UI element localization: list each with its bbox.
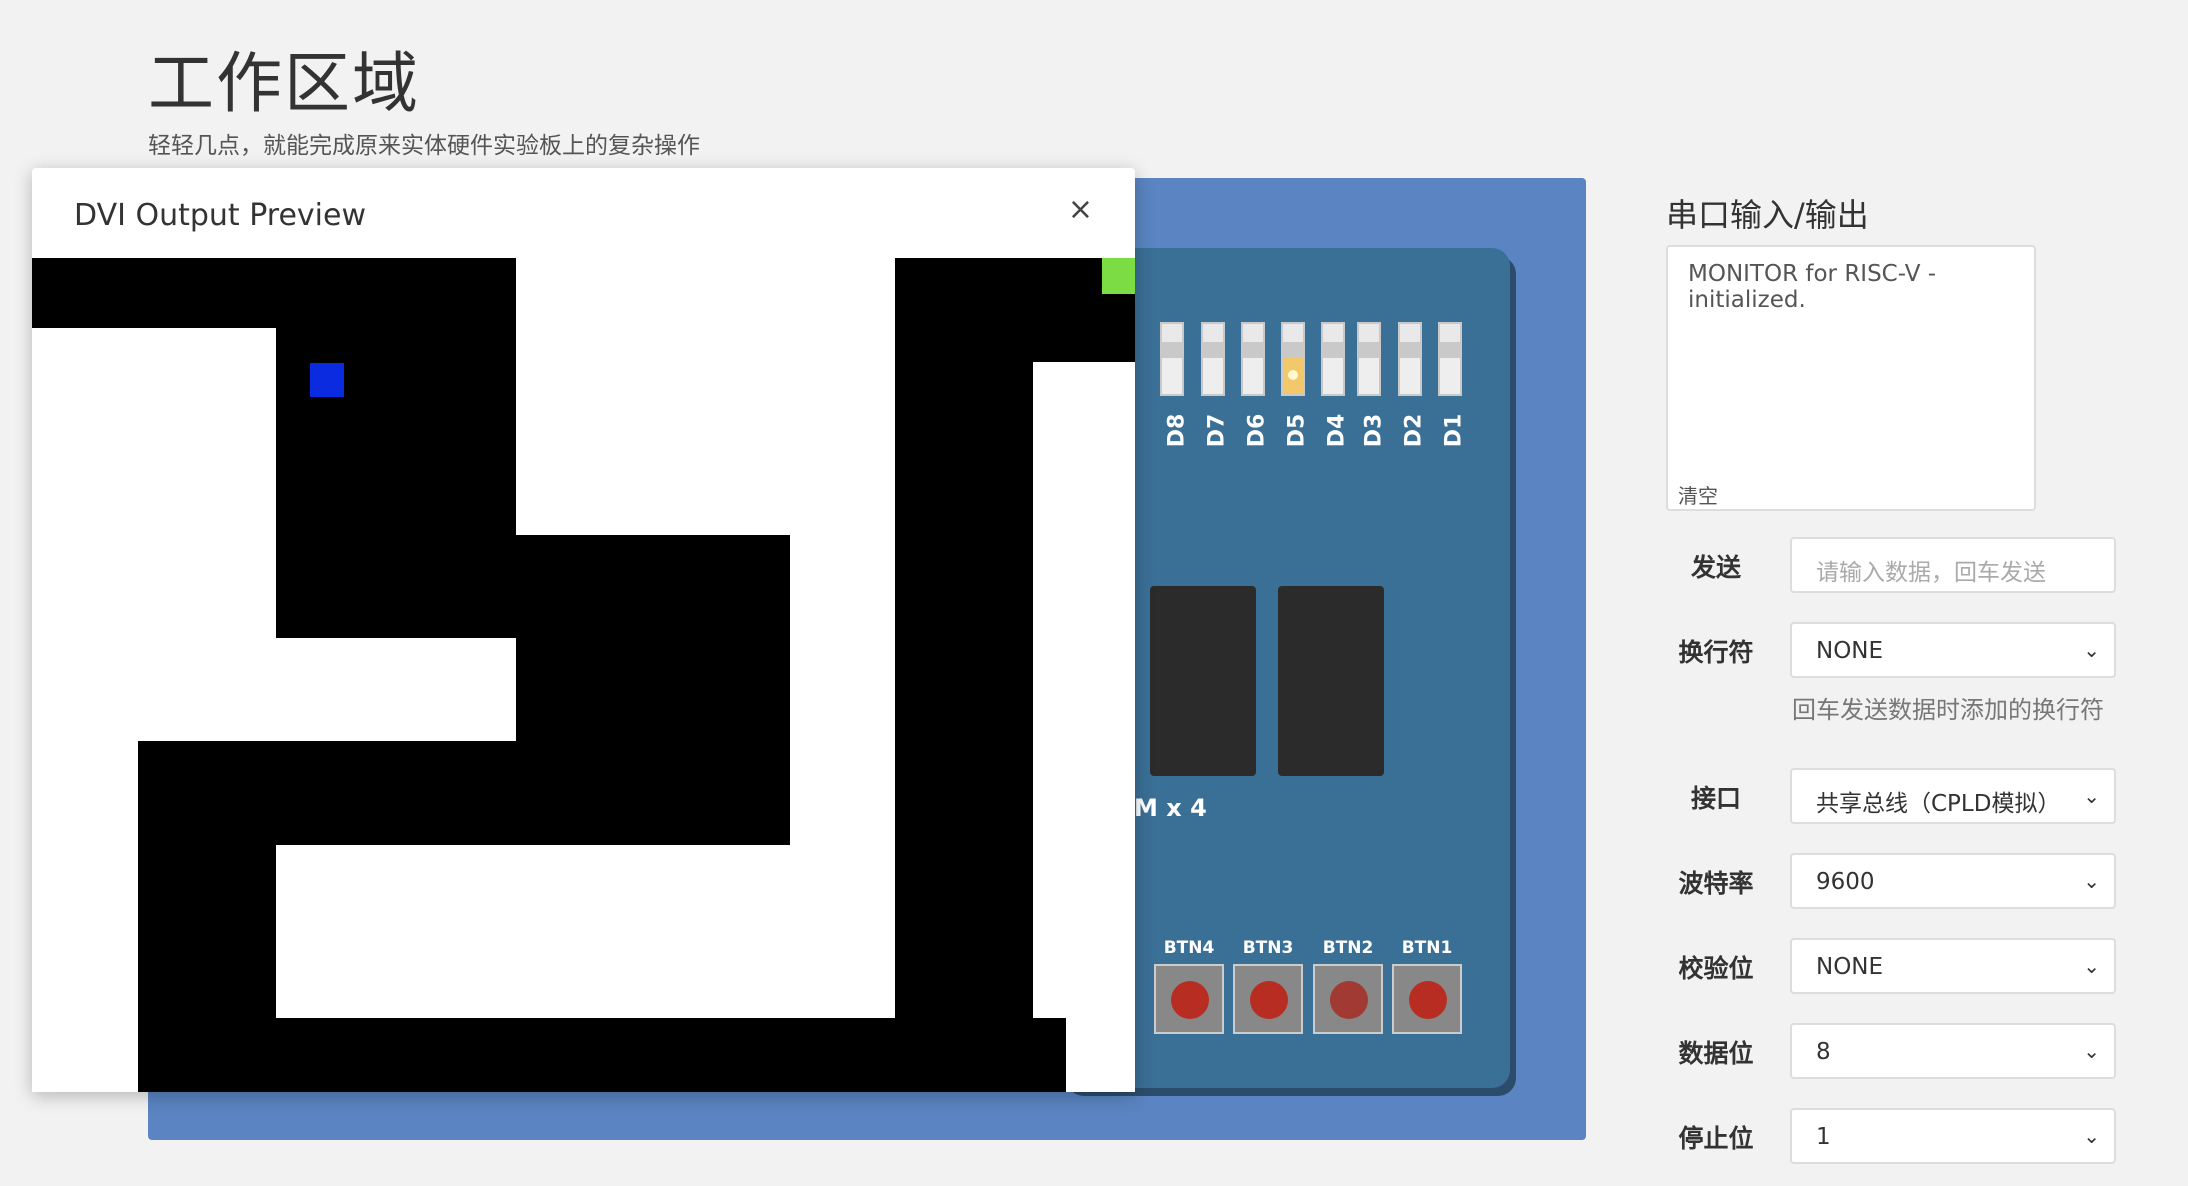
chevron-down-icon: ⌄ [2083,954,2100,978]
led-label-d2: D2 [1401,413,1427,448]
led-d3 [1357,322,1381,396]
databits-select[interactable]: 8 ⌄ [1790,1023,2116,1079]
sram-chip-2 [1278,586,1384,776]
maze-wall [895,258,1135,362]
sram-label: M x 4 [1134,794,1207,822]
chevron-down-icon: ⌄ [2083,638,2100,662]
parity-value: NONE [1816,954,1884,980]
databits-value: 8 [1816,1039,1831,1065]
chevron-down-icon: ⌄ [2083,784,2100,808]
led-d4 [1321,322,1345,396]
close-icon[interactable]: × [1068,192,1093,227]
led-d5 [1281,322,1305,396]
led-label-d1: D1 [1441,413,1467,448]
serial-output-text: MONITOR for RISC-V - initialized. [1688,261,1937,313]
chevron-down-icon: ⌄ [2083,1124,2100,1148]
maze-wall [276,258,516,638]
page-subtitle: 轻轻几点，就能完成原来实体硬件实验板上的复杂操作 [148,133,700,159]
clear-button[interactable]: 清空 [1678,480,1718,509]
dvi-canvas [32,258,1135,1092]
stopbits-value: 1 [1816,1124,1831,1150]
btn1-label: BTN1 [1401,938,1453,958]
led-label-d6: D6 [1244,413,1270,448]
newline-value: NONE [1816,638,1884,664]
btn4-button[interactable] [1154,964,1224,1034]
maze-wall [895,258,1033,1092]
baud-select[interactable]: 9600 ⌄ [1790,853,2116,909]
modal-title: DVI Output Preview [74,198,367,233]
goal-square [1102,258,1135,294]
newline-label: 换行符 [1678,638,1754,667]
led-d1 [1438,322,1462,396]
led-label-d8: D8 [1164,413,1190,448]
chevron-down-icon: ⌄ [2083,869,2100,893]
led-label-d7: D7 [1204,413,1230,448]
page-title: 工作区域 [148,45,420,122]
parity-label: 校验位 [1678,954,1754,983]
parity-select[interactable]: NONE ⌄ [1790,938,2116,994]
btn4-label: BTN4 [1163,938,1215,958]
port-select[interactable]: 共享总线（CPLD模拟） ⌄ [1790,768,2116,824]
newline-hint: 回车发送数据时添加的换行符 [1792,696,2104,724]
led-d6 [1241,322,1265,396]
btn2-button[interactable] [1313,964,1383,1034]
btn1-button[interactable] [1392,964,1462,1034]
player-square [310,363,344,397]
led-d7 [1201,322,1225,396]
led-d2 [1398,322,1422,396]
baud-value: 9600 [1816,869,1875,895]
newline-select[interactable]: NONE ⌄ [1790,622,2116,678]
port-value: 共享总线（CPLD模拟） [1816,791,2061,817]
chevron-down-icon: ⌄ [2083,1039,2100,1063]
dvi-preview-modal: DVI Output Preview × [32,168,1135,1092]
stopbits-select[interactable]: 1 ⌄ [1790,1108,2116,1164]
btn2-label: BTN2 [1322,938,1374,958]
led-label-d3: D3 [1361,413,1387,448]
led-label-d4: D4 [1324,413,1350,448]
serial-title: 串口输入/输出 [1666,196,1869,234]
led-d8 [1160,322,1184,396]
send-input[interactable]: 请输入数据，回车发送 [1790,537,2116,593]
send-label: 发送 [1690,553,1741,582]
stopbits-label: 停止位 [1678,1124,1754,1153]
baud-label: 波特率 [1678,869,1754,898]
databits-label: 数据位 [1678,1039,1754,1068]
send-input-placeholder: 请输入数据，回车发送 [1816,560,2046,586]
sram-chip-1 [1150,586,1256,776]
serial-output[interactable]: MONITOR for RISC-V - initialized. 清空 [1666,245,2036,511]
led-label-d5: D5 [1284,413,1310,448]
btn3-label: BTN3 [1242,938,1294,958]
port-label: 接口 [1690,784,1741,813]
btn3-button[interactable] [1233,964,1303,1034]
